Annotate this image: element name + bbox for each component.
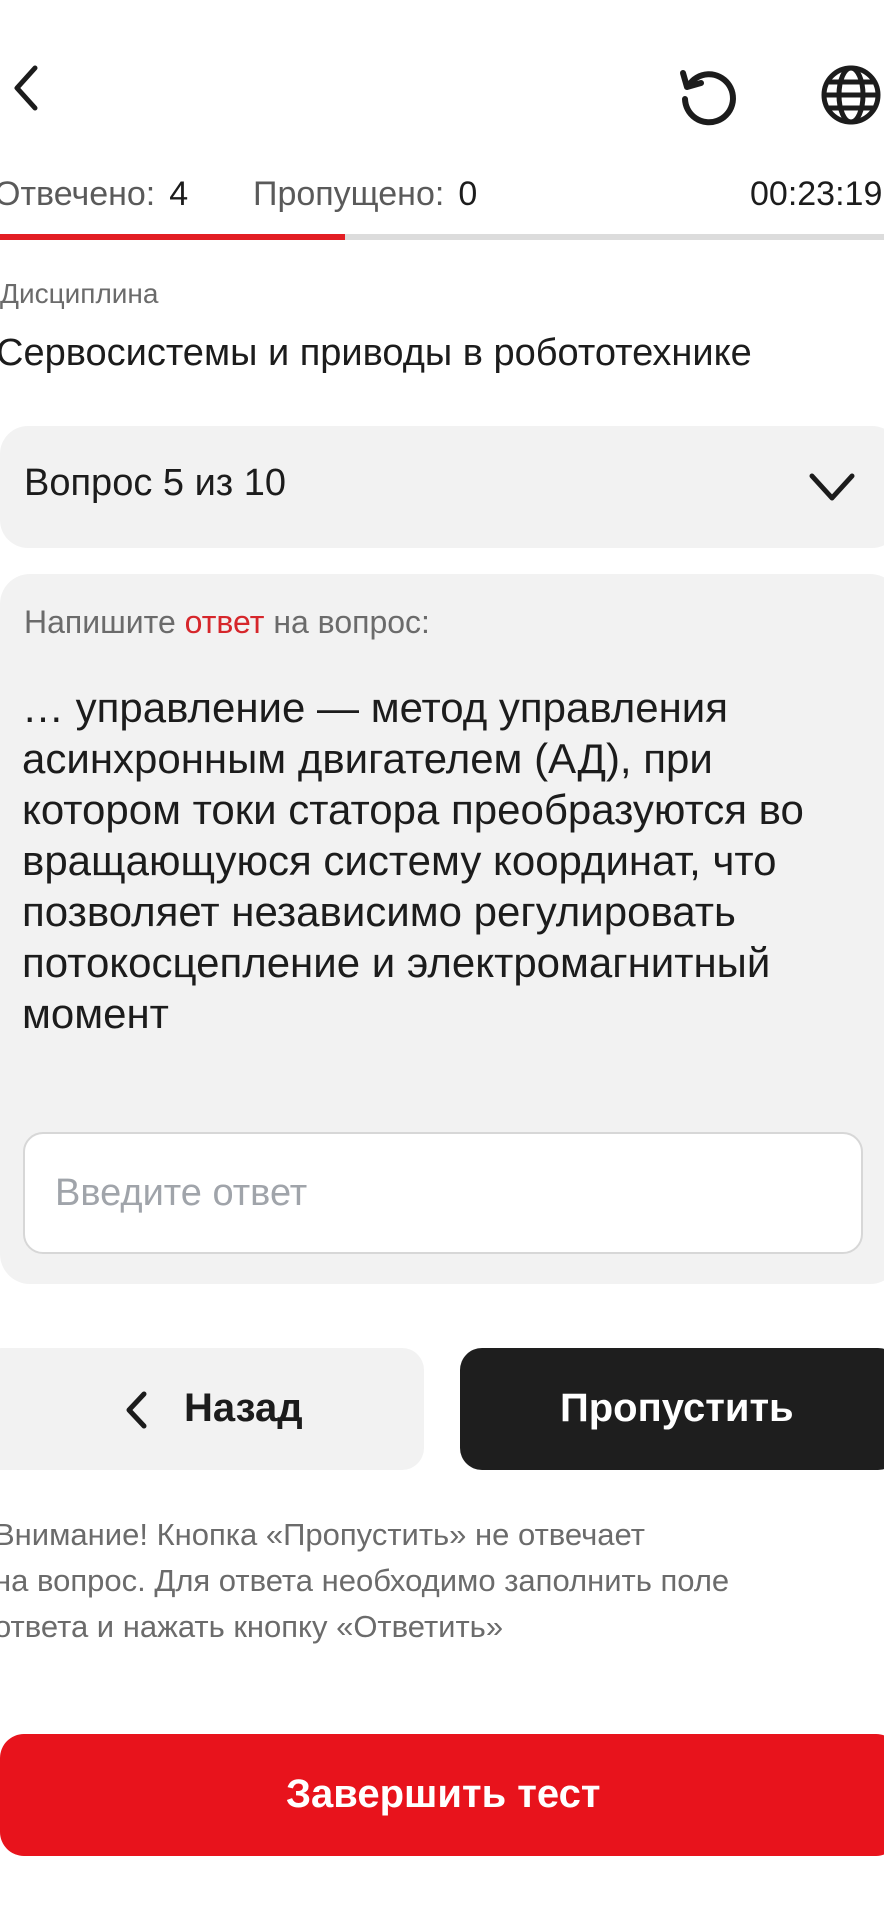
skipped-value: 0 [458,175,478,213]
skip-button[interactable]: Пропустить [460,1348,884,1470]
skip-notice: Внимание! Кнопка «Пропустить» не отвечае… [0,1512,884,1650]
question-selector-value: Вопрос 5 из 10 [24,462,287,504]
chevron-left-icon [126,1391,147,1429]
back-button-label: Назад [184,1386,303,1430]
prompt-highlight: ответ [184,604,265,640]
skip-button-label: Пропустить [560,1386,794,1430]
globe-icon [821,65,881,125]
restart-icon [680,70,736,126]
chevron-left-icon [14,65,38,111]
finish-test-label: Завершить тест [286,1772,601,1816]
finish-test-button[interactable]: Завершить тест [0,1734,884,1856]
progress-fill [0,234,345,240]
answered-counter: Отвечено: 4 [0,170,188,218]
discipline-label: Дисциплина [0,278,159,309]
timer: 00:23:19 [750,175,883,213]
answered-value: 4 [169,175,189,213]
discipline-title: Сервосистемы и приводы в робототехнике [0,332,752,374]
skipped-counter: Пропущено: 0 [253,170,477,218]
question-text: … управление — метод управления асинхрон… [22,684,804,1037]
back-button[interactable]: Назад [0,1348,424,1470]
question-prompt: Напишите ответ на вопрос: [24,604,430,641]
notice-line-2: на вопрос. Для ответа необходимо заполни… [0,1563,730,1598]
back-arrow-button[interactable] [6,62,46,114]
skipped-label: Пропущено: [253,175,445,213]
prompt-text-after: на вопрос: [264,604,430,640]
chevron-down-icon[interactable] [808,470,856,504]
question-selector[interactable]: Вопрос 5 из 10 [0,426,884,548]
answer-input[interactable] [23,1132,863,1254]
answered-label: Отвечено: [0,175,156,213]
notice-line-3: ответа и нажать кнопку «Ответить» [0,1609,504,1644]
language-button[interactable] [818,60,884,130]
progress-bar [0,234,884,240]
prompt-text-before: Напишите [24,604,185,640]
restart-button[interactable] [672,60,742,130]
notice-line-1: Внимание! Кнопка «Пропустить» не отвечае… [0,1517,645,1552]
